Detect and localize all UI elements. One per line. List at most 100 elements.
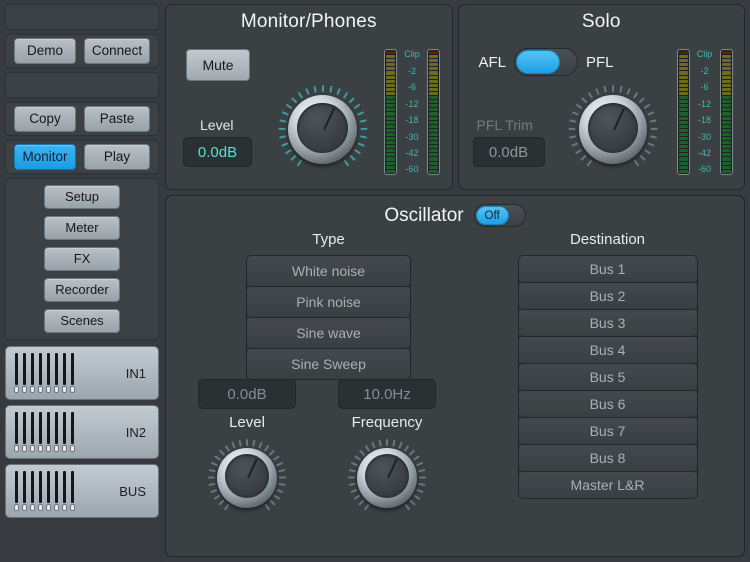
oscillator-body: Type White noise Pink noise Sine wave Sine …: [166, 227, 744, 511]
oscillator-destination-list[interactable]: Bus 1 Bus 2 Bus 3 Bus 4 Bus 5 Bus 6 Bus 7 Bus 8…: [517, 255, 698, 499]
toggle-thumb: [516, 50, 561, 74]
sidebar-transport-row: Monitor Play: [5, 140, 159, 174]
oscillator-frequency-label: Frequency: [351, 414, 423, 431]
meter-scale-label: -60: [697, 164, 711, 174]
channel-strip-in1[interactable]: IN1: [5, 346, 159, 400]
play-button[interactable]: Play: [84, 144, 150, 170]
oscillator-level-control: 0.0dB Level: [198, 379, 296, 519]
oscillator-type-item-1[interactable]: Pink noise: [247, 287, 410, 318]
sidebar-item-setup[interactable]: Setup: [44, 185, 120, 209]
meter-scale-label: -42: [405, 148, 419, 158]
solo-meters: Clip -2 -6 -12 -18 -30 -42 -60: [676, 49, 733, 175]
oscillator-type-column: Type White noise Pink noise Sine wave Sine …: [176, 231, 481, 511]
sidebar-item-meter[interactable]: Meter: [44, 216, 120, 240]
afl-pfl-toggle[interactable]: [514, 48, 579, 76]
channel-strip-label: BUS: [119, 483, 146, 499]
oscillator-power-state: Off: [475, 206, 509, 225]
oscillator-type-list[interactable]: White noise Pink noise Sine wave Sine Sweep: [246, 255, 411, 380]
meter-scale-label: -12: [405, 99, 419, 109]
fader-bank-icon: [14, 412, 75, 452]
meter-scale-label: -30: [405, 132, 419, 142]
meter-scale-label: -12: [697, 99, 711, 109]
meter-scale-label: -30: [697, 132, 711, 142]
monitor-level-knob[interactable]: [276, 83, 369, 176]
type-column-title: Type: [312, 231, 345, 248]
sidebar-item-scenes[interactable]: Scenes: [44, 309, 120, 333]
channel-strip-bus[interactable]: BUS: [5, 464, 159, 518]
solo-meter-left: [676, 49, 690, 175]
solo-panel: Solo AFL PFL PFL Trim 0.0dB Clip -2 -6 -…: [457, 4, 745, 190]
solo-meter-right: [719, 49, 733, 175]
sidebar-item-recorder[interactable]: Recorder: [44, 278, 120, 302]
solo-meter-scale: Clip -2 -6 -12 -18 -30 -42 -60: [691, 49, 719, 175]
app-window: Demo Connect Copy Paste Monitor Play Set…: [0, 0, 750, 562]
oscillator-type-item-2[interactable]: Sine wave: [247, 318, 410, 349]
sidebar-connection-row: Demo Connect: [5, 34, 159, 68]
channel-strip-label: IN1: [125, 365, 146, 381]
oscillator-destination-item-2[interactable]: Bus 3: [518, 310, 697, 337]
oscillator-destination-item-0[interactable]: Bus 1: [518, 256, 697, 283]
sidebar-clipboard-row: Copy Paste: [5, 102, 159, 136]
oscillator-frequency-value[interactable]: 10.0Hz: [338, 379, 436, 409]
sidebar-blank-panel-top: [5, 4, 159, 30]
sidebar-nav-panel: Setup Meter FX Recorder Scenes: [5, 178, 159, 340]
meter-scale-label: Clip: [404, 49, 420, 59]
oscillator-destination-item-7[interactable]: Bus 8: [518, 445, 697, 472]
oscillator-destination-item-3[interactable]: Bus 4: [518, 337, 697, 364]
oscillator-frequency-knob[interactable]: [346, 437, 428, 519]
meter-scale-label: -6: [407, 82, 416, 92]
channel-strip-label: IN2: [125, 424, 146, 440]
oscillator-destination-column: Destination Bus 1 Bus 2 Bus 3 Bus 4 Bus 5 Bus…: [481, 231, 734, 499]
monitor-phones-panel: Monitor/Phones Mute Level 0.0dB Clip -2 -6…: [165, 4, 453, 190]
meter-scale-label: -6: [700, 82, 709, 92]
monitor-panel-title: Monitor/Phones: [240, 11, 377, 32]
oscillator-panel: Oscillator Off Type White noise Pink nois…: [165, 195, 745, 557]
solo-level-knob[interactable]: [567, 83, 660, 176]
fader-bank-icon: [14, 353, 75, 393]
meter-scale-label: -60: [405, 164, 419, 174]
channel-strip-thumbnails: IN1 IN2 BUS: [5, 344, 159, 523]
monitor-level-value[interactable]: 0.0dB: [183, 137, 252, 167]
main-area: Monitor/Phones Mute Level 0.0dB Clip -2 -6…: [163, 0, 750, 562]
meter-scale-label: -42: [697, 148, 711, 158]
meter-scale-label: -18: [405, 115, 419, 125]
channel-strip-in2[interactable]: IN2: [5, 405, 159, 459]
oscillator-destination-item-4[interactable]: Bus 5: [518, 364, 697, 391]
monitor-button[interactable]: Monitor: [14, 144, 76, 170]
pfl-label: PFL: [586, 53, 614, 71]
oscillator-level-knob[interactable]: [206, 437, 288, 519]
meter-scale-label: -2: [700, 66, 709, 76]
afl-label: AFL: [478, 53, 507, 71]
oscillator-frequency-control: 10.0Hz Frequency: [338, 379, 436, 519]
oscillator-destination-item-8[interactable]: Master L&R: [518, 472, 697, 498]
fader-bank-icon: [14, 471, 75, 511]
oscillator-type-item-3[interactable]: Sine Sweep: [247, 349, 410, 379]
afl-pfl-toggle-group[interactable]: AFL PFL: [479, 48, 614, 76]
oscillator-level-value[interactable]: 0.0dB: [198, 379, 296, 409]
destination-column-title: Destination: [569, 231, 646, 248]
oscillator-type-item-0[interactable]: White noise: [247, 256, 410, 287]
oscillator-title: Oscillator: [384, 204, 464, 226]
sidebar: Demo Connect Copy Paste Monitor Play Set…: [0, 0, 163, 562]
pfl-trim-value[interactable]: 0.0dB: [472, 137, 545, 167]
meter-scale-label: Clip: [696, 49, 713, 59]
mute-button[interactable]: Mute: [186, 49, 250, 81]
oscillator-destination-item-5[interactable]: Bus 6: [518, 391, 697, 418]
oscillator-destination-item-1[interactable]: Bus 2: [518, 283, 697, 310]
meter-scale-label: -2: [407, 66, 416, 76]
oscillator-level-label: Level: [229, 414, 265, 431]
monitor-meters: Clip -2 -6 -12 -18 -30 -42 -60: [384, 49, 440, 175]
sidebar-blank-panel-mid: [5, 72, 159, 98]
monitor-level-label: Level: [200, 117, 234, 133]
demo-button[interactable]: Demo: [14, 38, 76, 64]
copy-button[interactable]: Copy: [14, 106, 76, 132]
paste-button[interactable]: Paste: [84, 106, 150, 132]
monitor-meter-scale: Clip -2 -6 -12 -18 -30 -42 -60: [398, 49, 426, 175]
oscillator-power-toggle[interactable]: Off: [473, 204, 526, 227]
oscillator-destination-item-6[interactable]: Bus 7: [518, 418, 697, 445]
meter-scale-label: -18: [697, 115, 711, 125]
pfl-trim-label: PFL Trim: [476, 117, 533, 133]
oscillator-header: Oscillator Off: [166, 196, 744, 227]
sidebar-item-fx[interactable]: FX: [44, 247, 120, 271]
connect-button[interactable]: Connect: [84, 38, 150, 64]
